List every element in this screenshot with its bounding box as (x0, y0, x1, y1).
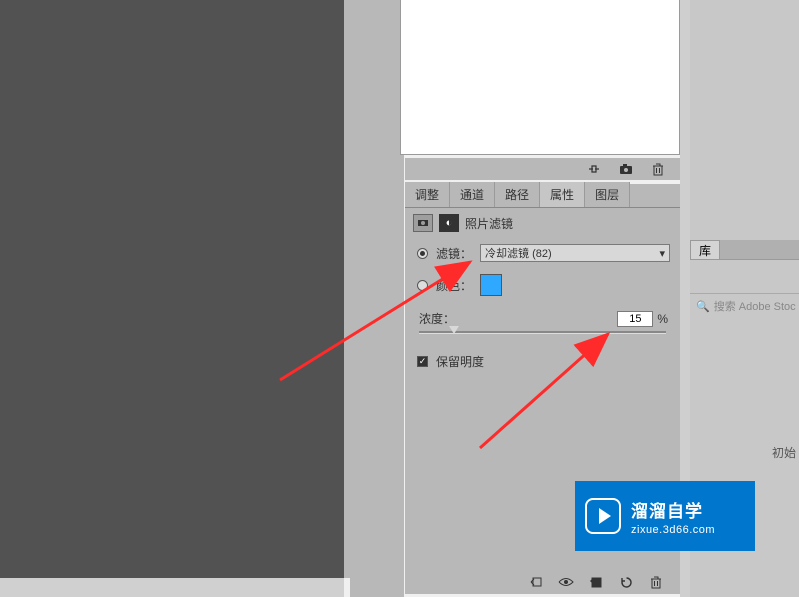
prev-state-icon[interactable] (588, 575, 604, 589)
chevron-down-icon: ▾ (659, 247, 665, 260)
library-search-row (690, 272, 799, 294)
panel-gutter-left (350, 0, 404, 597)
search-icon: 🔍 (696, 300, 710, 313)
adjustment-icon[interactable] (413, 214, 433, 232)
preserve-label: 保留明度 (436, 353, 484, 370)
filter-value: 冷却滤镜 (82) (485, 245, 552, 261)
properties-title: 照片滤镜 (465, 215, 513, 232)
density-slider[interactable] (419, 331, 666, 333)
filter-radio[interactable] (417, 248, 428, 259)
tab-library[interactable]: 库 (690, 240, 720, 260)
library-init-text: 初始 (772, 444, 796, 461)
canvas-statusbar (0, 578, 344, 597)
layer-preview-panel (400, 0, 680, 155)
color-swatch[interactable] (480, 274, 502, 296)
filter-label: 滤镜： (436, 245, 472, 262)
properties-header: ◐ 照片滤镜 (405, 208, 680, 238)
clip-icon[interactable] (528, 575, 544, 589)
watermark: 溜溜自学 zixue.3d66.com (575, 481, 755, 551)
density-label: 浓度： (419, 310, 455, 327)
library-tabstrip (720, 240, 799, 260)
adobe-stock-label: 搜索 Adobe Stoc (714, 298, 796, 314)
tab-adjust[interactable]: 调整 (405, 182, 450, 207)
trash-icon[interactable] (650, 162, 666, 176)
trash-icon[interactable] (648, 575, 664, 589)
filter-select[interactable]: 冷却滤镜 (82) ▾ (480, 244, 670, 262)
density-input[interactable] (617, 311, 653, 327)
library-search-input[interactable] (690, 277, 799, 289)
eye-icon[interactable] (558, 575, 574, 589)
link-icon[interactable] (586, 162, 602, 176)
density-row: 浓度： % (405, 302, 680, 327)
adobe-stock-search[interactable]: 🔍 搜索 Adobe Stoc (690, 298, 799, 314)
color-label: 颜色： (436, 277, 472, 294)
slider-handle[interactable] (449, 326, 459, 334)
camera-icon[interactable] (618, 162, 634, 176)
color-row: 颜色： (405, 268, 680, 302)
properties-footer (405, 570, 680, 594)
density-unit: % (657, 312, 668, 326)
reset-icon[interactable] (618, 575, 634, 589)
watermark-play-icon (585, 498, 621, 534)
layer-preview-toolbar (405, 158, 680, 180)
tab-property[interactable]: 属性 (540, 182, 585, 207)
watermark-title: 溜溜自学 (631, 497, 715, 522)
document-canvas[interactable] (0, 0, 344, 578)
filter-row: 滤镜： 冷却滤镜 (82) ▾ (405, 238, 680, 268)
color-radio[interactable] (417, 280, 428, 291)
tab-channel[interactable]: 通道 (450, 182, 495, 207)
preserve-row: ✓ 保留明度 (405, 347, 680, 376)
watermark-url: zixue.3d66.com (631, 524, 715, 536)
tab-path[interactable]: 路径 (495, 182, 540, 207)
mask-icon[interactable]: ◐ (439, 214, 459, 232)
preserve-checkbox[interactable]: ✓ (417, 356, 428, 367)
panel-tabs: 调整 通道 路径 属性 图层 (405, 184, 680, 208)
tab-layer[interactable]: 图层 (585, 182, 630, 207)
